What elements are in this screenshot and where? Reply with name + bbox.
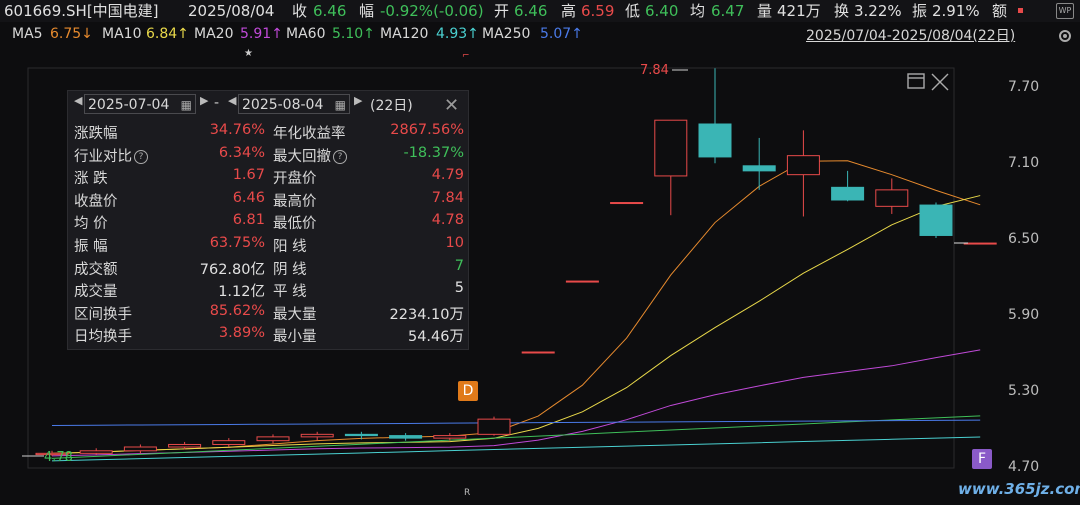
candle-body <box>521 351 555 354</box>
candle-body <box>919 204 953 236</box>
marker-d[interactable]: D <box>458 381 478 401</box>
stat-value: 2234.10万 <box>389 306 464 323</box>
candle-body <box>256 436 290 442</box>
candle-body <box>168 443 202 448</box>
stat-value: 4.78 <box>431 212 464 229</box>
price-tick: 7.10 <box>1008 155 1040 171</box>
candle-body <box>742 165 776 172</box>
stat-label: 涨跌幅 <box>74 126 118 142</box>
expand-chart-icon[interactable] <box>907 73 925 89</box>
site-watermark: www.365jz.com <box>958 480 1080 498</box>
stat-value: 10 <box>445 235 464 251</box>
end-date-value: 2025-08-04 <box>242 97 324 113</box>
stat-value: 1.12亿 <box>218 284 265 301</box>
stat-label: 阴 线 <box>273 261 307 278</box>
star-marker: ★ <box>244 48 253 59</box>
stat-value: 5 <box>454 280 464 297</box>
calendar-icon[interactable]: ▦ <box>181 95 192 115</box>
stat-value: 54.46万 <box>407 329 464 346</box>
price-tick: 4.70 <box>1008 459 1040 475</box>
stat-value: 6.34% <box>218 144 265 161</box>
start-date-input[interactable]: 2025-07-04 ▦ <box>84 94 196 114</box>
candle-body <box>433 435 467 439</box>
stat-label: 行业对比? <box>74 145 148 166</box>
price-tick: 7.70 <box>1008 79 1040 95</box>
stat-value: 2867.56% <box>390 122 464 138</box>
interval-stats-panel: ◀ 2025-07-04 ▦ ▶ - ◀ 2025-08-04 ▦ ▶ (22日) … <box>67 90 469 350</box>
stat-label: 开盘价 <box>273 171 317 188</box>
close-chart-icon[interactable] <box>931 73 949 91</box>
help-icon[interactable]: ? <box>134 149 148 164</box>
stat-label: 平 线 <box>273 284 307 301</box>
high-annotation: 7.84 <box>640 63 688 78</box>
candle-body <box>300 433 334 438</box>
low-mark-label: 4.78 <box>44 450 73 465</box>
stat-label: 收盘价 <box>74 193 118 210</box>
candle-body <box>963 242 997 245</box>
stat-label: 涨 跌 <box>74 171 108 188</box>
candle-body <box>610 202 644 205</box>
next-start-icon[interactable]: ▶ <box>200 94 208 107</box>
stat-value: 3.89% <box>218 325 265 342</box>
start-date-value: 2025-07-04 <box>88 97 170 113</box>
red-tick-marker: ⌐ <box>462 51 470 61</box>
candle-body <box>123 446 157 452</box>
stat-label: 成交额 <box>74 261 118 278</box>
close-panel-icon[interactable]: ✕ <box>444 95 459 116</box>
candle-body <box>212 440 246 445</box>
help-icon[interactable]: ? <box>333 149 347 164</box>
calendar-icon[interactable]: ▦ <box>335 95 346 115</box>
range-dash: - <box>214 95 220 111</box>
prev-start-icon[interactable]: ◀ <box>74 94 82 107</box>
candle-body <box>698 123 732 158</box>
low-annotation: 4.78 <box>22 450 73 465</box>
stat-label: 区间换手 <box>74 306 132 323</box>
candle-body <box>786 155 820 176</box>
stat-label: 日均换手 <box>74 329 132 346</box>
stat-label: 最低价 <box>273 216 317 233</box>
stat-label: 均 价 <box>74 216 108 233</box>
stat-value: 34.76% <box>209 122 265 138</box>
stat-label: 最小量 <box>273 329 317 346</box>
stat-value: 63.75% <box>209 235 265 251</box>
stat-label: 成交量 <box>74 284 118 301</box>
ma20-line <box>51 349 981 457</box>
marker-f[interactable]: F <box>972 449 992 469</box>
stat-value: 85.62% <box>209 302 265 319</box>
next-end-icon[interactable]: ▶ <box>354 94 362 107</box>
stat-value: 6.46 <box>232 189 265 206</box>
end-date-input[interactable]: 2025-08-04 ▦ <box>238 94 350 114</box>
candle-body <box>565 280 599 283</box>
candle-body <box>875 189 909 207</box>
ma60-line <box>51 415 981 459</box>
candle-body <box>831 186 865 201</box>
candle-body <box>389 435 423 439</box>
price-tick: 5.30 <box>1008 383 1040 399</box>
stat-value: 7 <box>454 257 464 274</box>
candle-body <box>477 418 511 435</box>
range-days: (22日) <box>370 98 413 114</box>
stat-value: -18.37% <box>403 144 464 161</box>
price-tick: 5.90 <box>1008 307 1040 323</box>
stat-value: 7.84 <box>431 189 464 206</box>
stat-label: 振 幅 <box>74 239 108 255</box>
stat-label: 年化收益率 <box>273 126 346 142</box>
prev-end-icon[interactable]: ◀ <box>228 94 236 107</box>
candle-body <box>654 119 688 177</box>
stat-value: 762.80亿 <box>199 261 265 278</box>
candle-body <box>79 450 113 454</box>
stat-label: 最大回撤? <box>273 145 347 166</box>
stat-label: 最高价 <box>273 193 317 210</box>
stat-label: 最大量 <box>273 306 317 323</box>
price-tick: 6.50 <box>1008 231 1040 247</box>
stat-label: 阳 线 <box>273 239 307 255</box>
stat-value: 4.79 <box>431 167 464 184</box>
high-mark-label: 7.84 <box>640 63 669 78</box>
stat-value: 6.81 <box>232 212 265 229</box>
candle-body <box>344 433 378 437</box>
bottom-r-label: R <box>464 488 470 498</box>
stat-value: 1.67 <box>232 167 265 184</box>
